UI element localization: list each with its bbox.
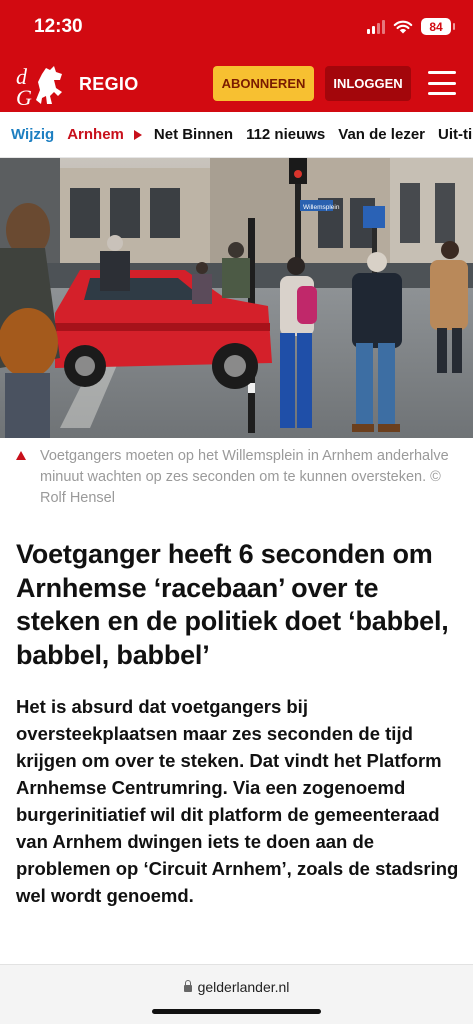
street-scene-illustration: Willemsplein (0, 158, 473, 438)
browser-url-bar[interactable]: gelderlander.nl (0, 964, 473, 1024)
cellular-signal-icon (367, 19, 385, 34)
nav-edit-link[interactable]: Wijzig (11, 126, 54, 143)
site-header: d G REGIO ABONNEREN INLOGGEN (0, 58, 473, 112)
home-indicator[interactable] (152, 1009, 321, 1014)
nav-item-van-de-lezer[interactable]: Van de lezer (338, 126, 425, 143)
status-time: 12:30 (34, 16, 83, 37)
article-photo[interactable]: Willemsplein (0, 158, 473, 438)
url-text: gelderlander.nl (197, 979, 290, 995)
url-display[interactable]: gelderlander.nl (0, 979, 473, 995)
street-sign-label: Willemsplein (303, 204, 340, 211)
wifi-icon (393, 20, 413, 33)
battery-level: 84 (429, 19, 443, 34)
nav-item-112-nieuws[interactable]: 112 nieuws (246, 126, 325, 143)
svg-text:G: G (16, 85, 32, 108)
hamburger-menu-icon[interactable] (428, 71, 456, 95)
caption-text: Voetgangers moeten op het Willemsplein i… (40, 448, 449, 506)
caption-triangle-icon (16, 451, 26, 460)
lock-icon (183, 980, 192, 992)
status-icons: 84 (367, 18, 455, 35)
battery-icon: 84 (421, 18, 455, 35)
nav-current-region[interactable]: Arnhem (67, 126, 124, 143)
section-nav: Wijzig Arnhem Net Binnen 112 nieuws Van … (0, 112, 473, 158)
dg-horse-logo-icon[interactable]: d G (14, 62, 68, 108)
login-button[interactable]: INLOGGEN (325, 66, 411, 101)
nav-item-net-binnen[interactable]: Net Binnen (154, 126, 233, 143)
region-label[interactable]: REGIO (79, 74, 139, 95)
article-intro: Het is absurd dat voetgangers bij overst… (16, 696, 459, 906)
subscribe-button[interactable]: ABONNEREN (213, 66, 314, 101)
nav-item-uit-tip[interactable]: Uit-tip (438, 126, 473, 143)
status-bar: 12:30 84 (0, 0, 473, 58)
photo-caption: Voetgangers moeten op het Willemsplein i… (16, 446, 456, 509)
play-arrow-icon (133, 129, 142, 140)
article-headline: Voetganger heeft 6 seconden om Arnhemse … (16, 539, 449, 670)
